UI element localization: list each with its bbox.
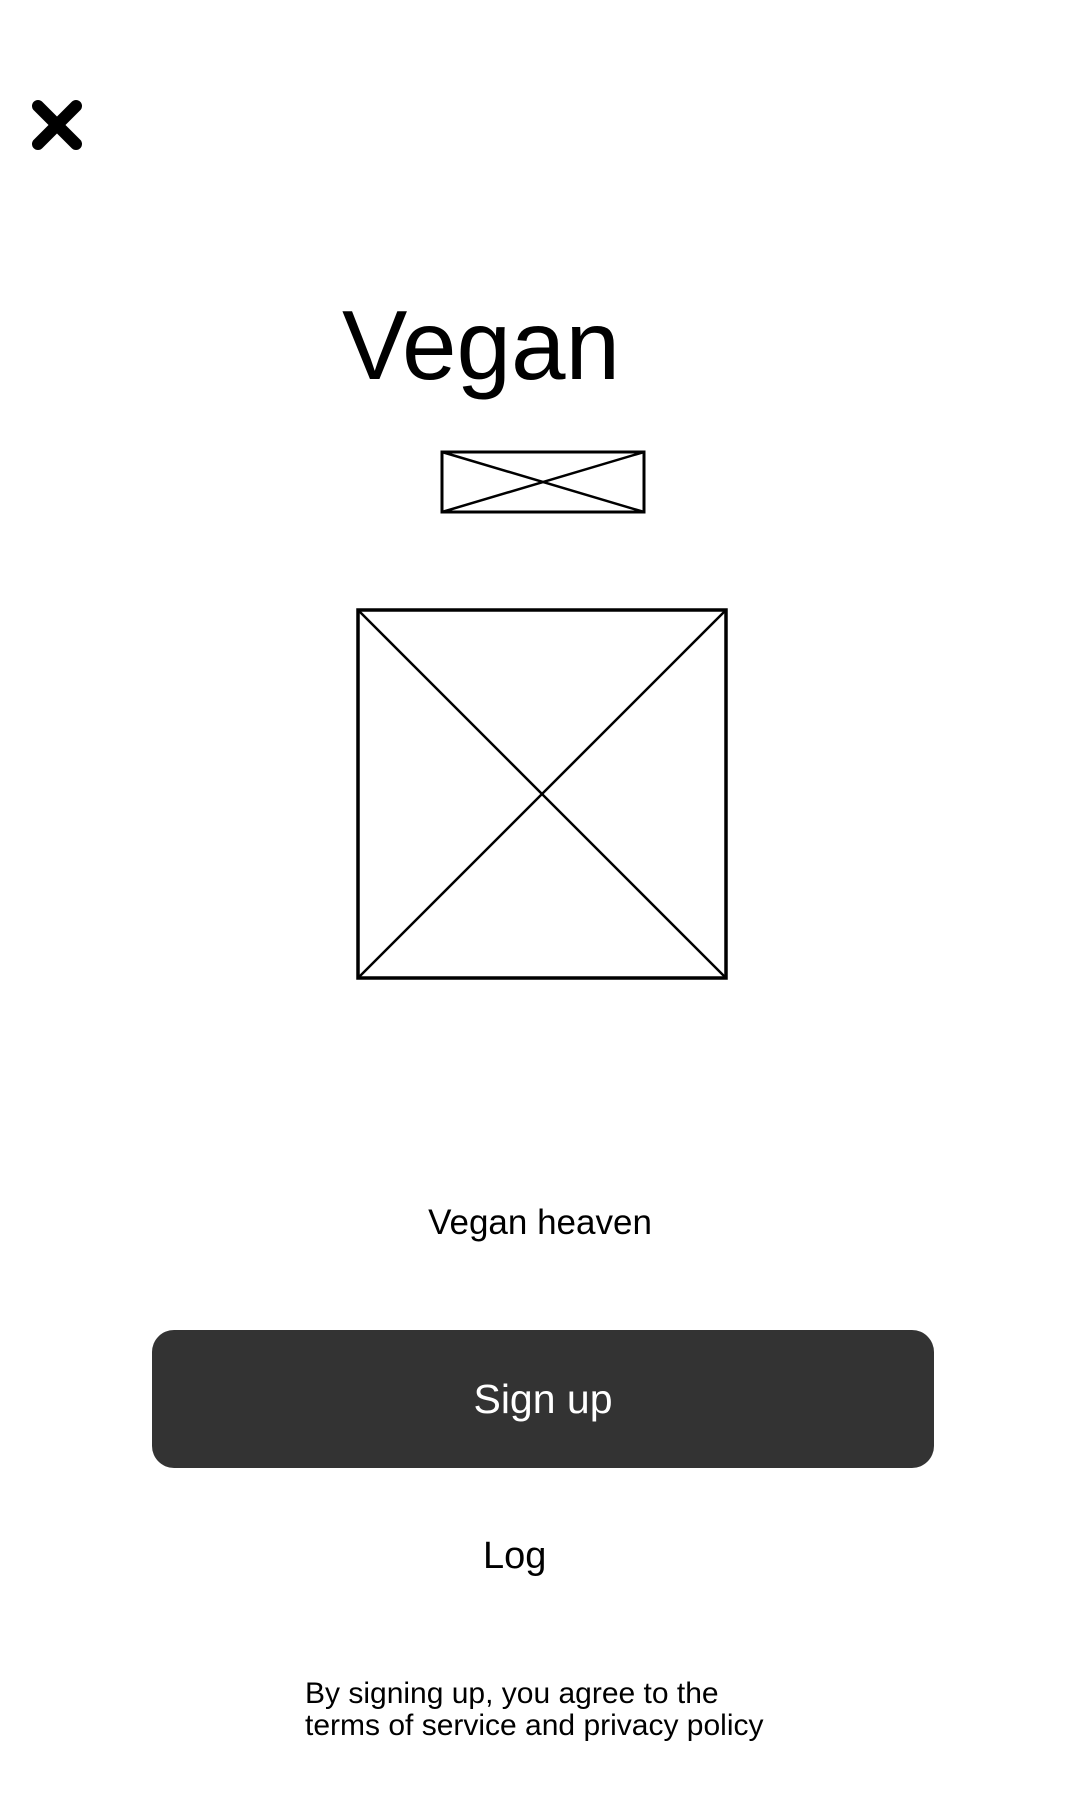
terms-line-1: By signing up, you agree to the [305,1677,719,1710]
logo-placeholder-icon [440,450,646,514]
log-in-link[interactable]: Log [483,1534,546,1578]
image-placeholder-icon [356,608,728,980]
tagline: Vegan heaven [428,1203,652,1242]
close-button[interactable] [28,96,86,154]
close-icon [28,96,86,154]
terms-notice: By signing up, you agree to the terms of… [305,1678,764,1742]
sign-up-button[interactable]: Sign up [152,1330,934,1468]
app-title: Vegan [342,290,620,400]
sign-up-label: Sign up [473,1375,613,1422]
terms-line-2: terms of service and privacy policy [305,1709,764,1742]
